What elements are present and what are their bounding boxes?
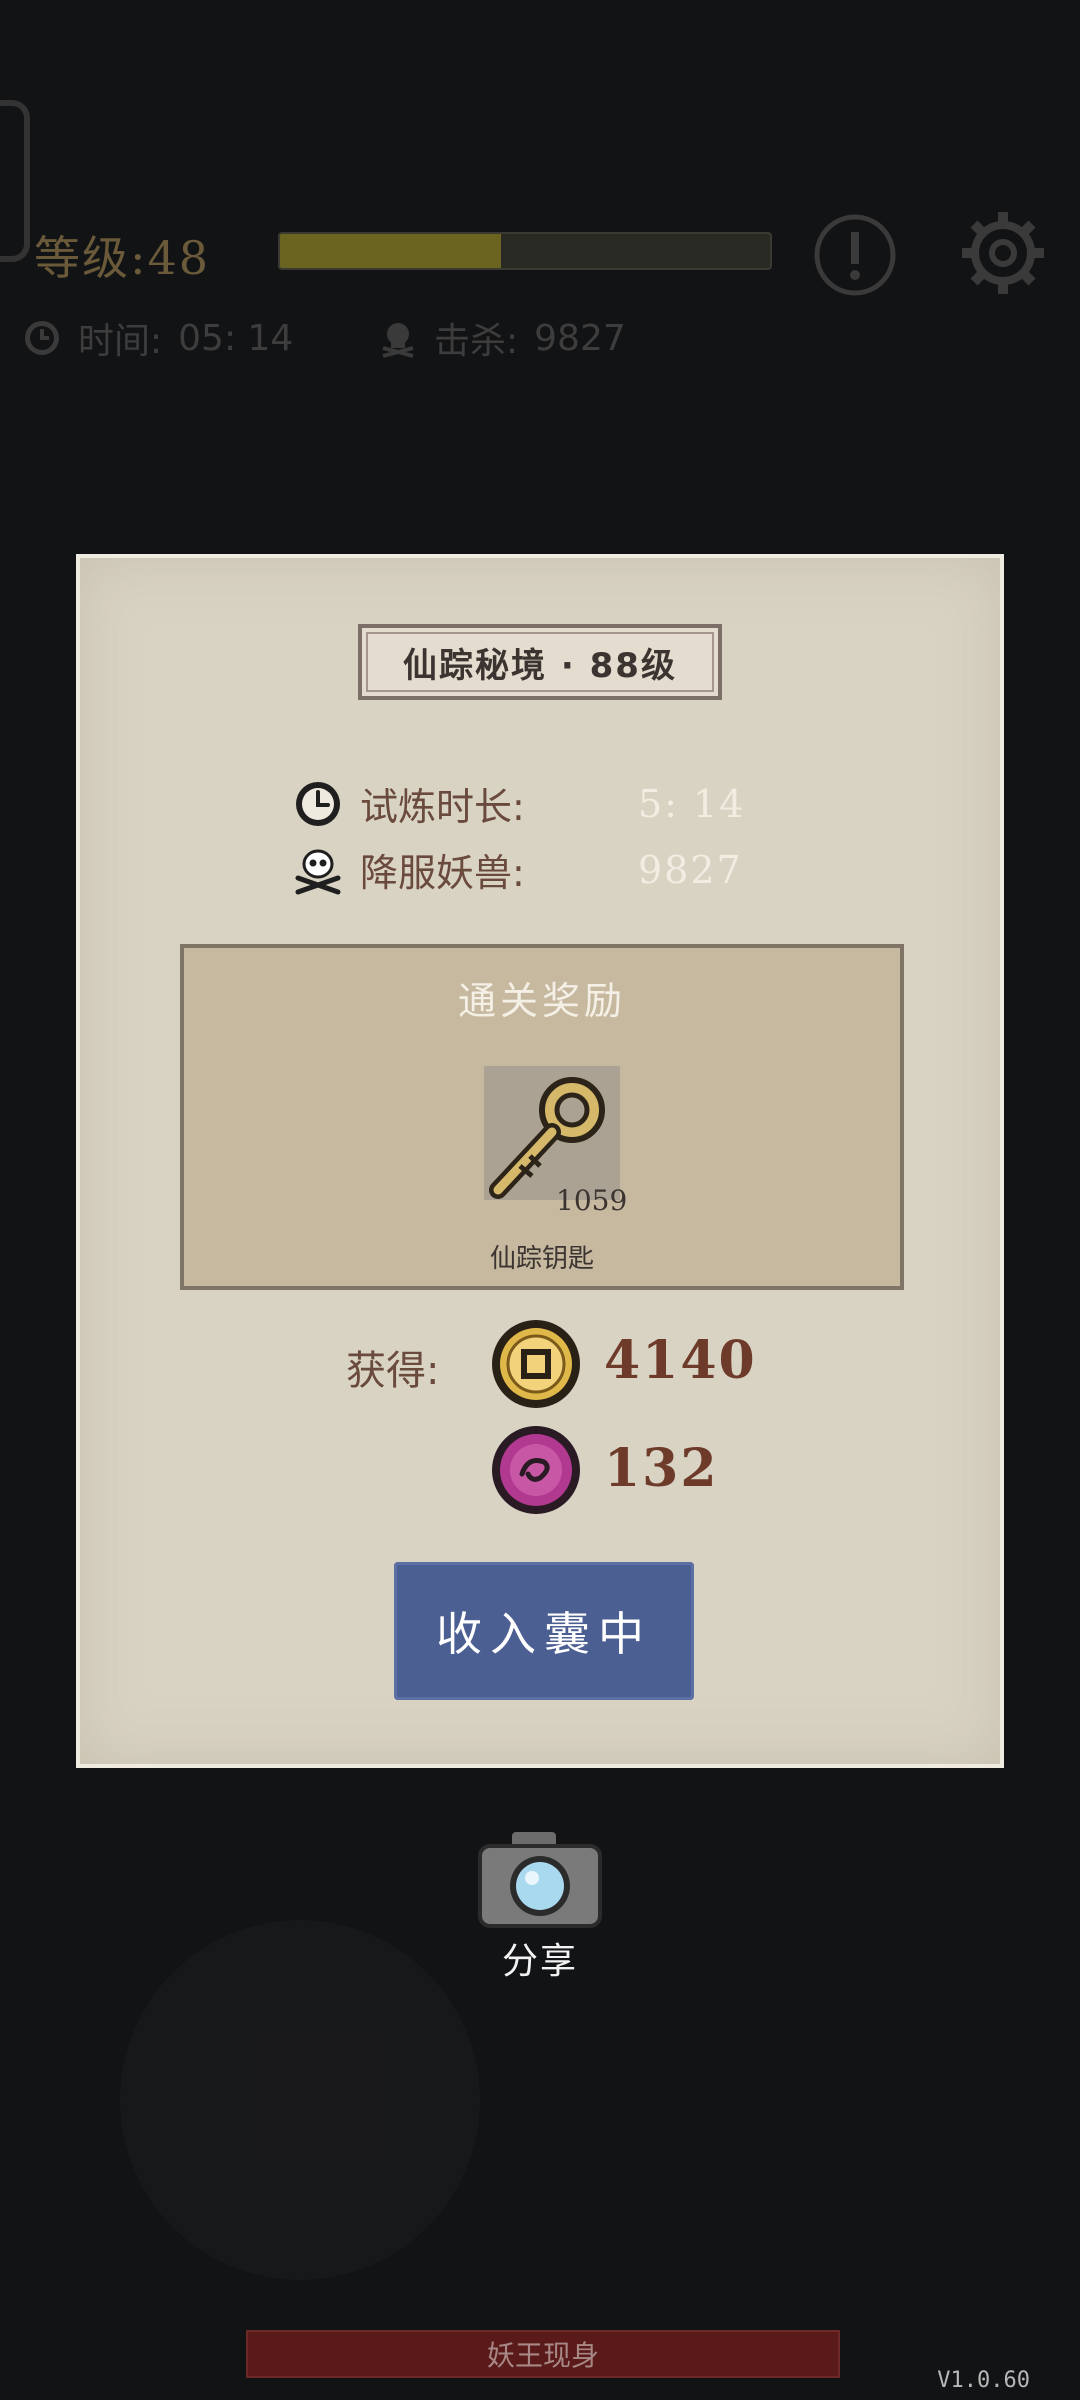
duration-row: 试炼时长: 5: 14 <box>292 776 743 831</box>
gold-coin-icon <box>492 1320 580 1408</box>
version-label: V1.0.60 <box>937 2368 1030 2393</box>
reward-item-name: 仙踪钥匙 <box>489 1244 594 1274</box>
hud-kill-value: 9827 <box>534 317 626 359</box>
coin-amount: 4140 <box>604 1330 757 1391</box>
kills-label: 降服妖兽: <box>360 851 525 895</box>
reward-item-count: 1059 <box>556 1184 628 1217</box>
hud-time-value: 05: 14 <box>178 317 294 359</box>
key-icon <box>489 1077 605 1199</box>
gear-icon[interactable] <box>958 208 1048 298</box>
player-level: 等级:48 <box>34 231 211 285</box>
reward-item-slot[interactable] <box>484 1066 620 1200</box>
camera-icon <box>478 1832 602 1928</box>
purple-gem-icon <box>492 1426 580 1514</box>
stage-title: 仙踪秘境 · 88级 <box>403 645 677 686</box>
skull-icon <box>295 849 341 894</box>
hud-time-row: 时间: 05: 14 <box>22 312 293 364</box>
hud-time-label: 时间: <box>78 321 163 362</box>
warning-icon[interactable] <box>812 212 898 298</box>
share-label: 分享 <box>501 1941 578 1982</box>
skull-icon <box>382 323 414 358</box>
boss-appear-bar: 妖王现身 <box>246 2330 840 2378</box>
clock-icon <box>25 321 59 355</box>
stage-title-plate: 仙踪秘境 · 88级 <box>358 624 722 700</box>
portrait-frame-edge <box>0 100 30 262</box>
xp-bar <box>278 232 772 270</box>
hud-kill-label: 击杀: <box>434 321 519 362</box>
xp-bar-fill <box>280 234 501 268</box>
joystick-area[interactable] <box>120 1920 480 2280</box>
reward-title: 通关奖励 <box>457 979 626 1023</box>
hud-kill-row: 击杀: 9827 <box>378 312 626 364</box>
duration-value: 5: 14 <box>638 781 746 826</box>
result-dialog: 仙踪秘境 · 88级 试炼时长: 5: 14 降服妖兽: 9827 通关奖励 1… <box>76 554 1004 1768</box>
share-button[interactable]: 分享 <box>476 1830 604 1982</box>
duration-label: 试炼时长: <box>360 785 525 829</box>
clear-reward-panel: 通关奖励 1059 仙踪钥匙 <box>180 944 904 1290</box>
gem-amount: 132 <box>604 1438 719 1499</box>
collect-button[interactable]: 收入囊中 <box>394 1562 694 1700</box>
gain-label: 获得: <box>346 1348 440 1394</box>
clock-icon <box>296 781 340 826</box>
kills-row: 降服妖兽: 9827 <box>292 842 741 897</box>
kills-value: 9827 <box>638 847 743 892</box>
